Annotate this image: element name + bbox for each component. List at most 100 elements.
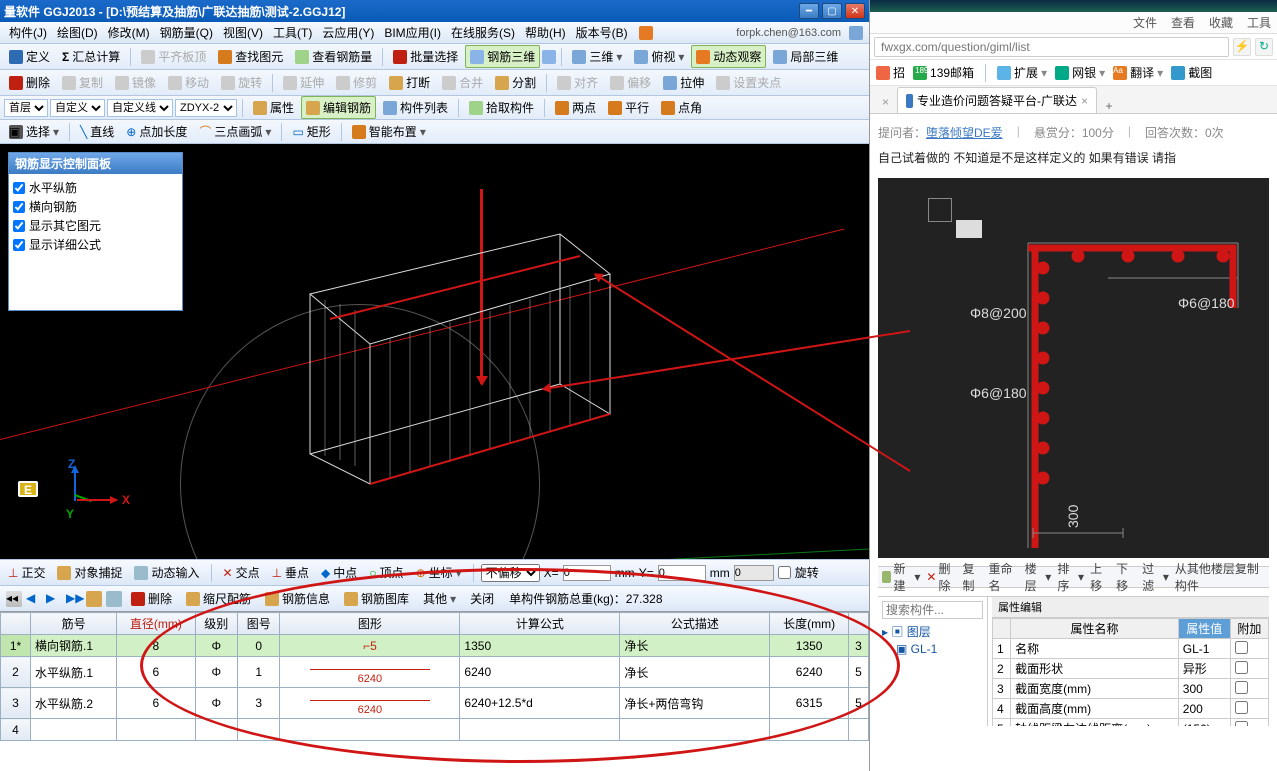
menu-rebar[interactable]: 钢筋量(Q) bbox=[157, 24, 216, 41]
del-member-button[interactable]: ✕删除 bbox=[926, 560, 956, 594]
rotate-toggle[interactable] bbox=[778, 566, 791, 579]
rebar-info-button[interactable]: 钢筋信息 bbox=[260, 587, 335, 610]
offset-button[interactable]: 偏移 bbox=[605, 71, 656, 94]
br-menu-file[interactable]: 文件 bbox=[1133, 14, 1157, 31]
snap-perp[interactable]: ⊥垂点 bbox=[268, 562, 313, 583]
find-element-button[interactable]: 查找图元 bbox=[213, 45, 288, 68]
prop-row[interactable]: 1名称GL-1 bbox=[993, 639, 1269, 659]
arc3-tool[interactable]: ⌒三点画弧▾ bbox=[194, 120, 276, 143]
point-length-tool[interactable]: ⊕点加长度 bbox=[121, 120, 192, 143]
ext-extend[interactable]: 扩展 bbox=[1014, 64, 1038, 81]
rebar-lib-button[interactable]: 钢筋图库 bbox=[339, 587, 414, 610]
table-row[interactable]: 3水平纵筋.26Φ362406240+12.5*d净长+两倍弯钩63155 bbox=[1, 688, 869, 719]
chk-formula[interactable] bbox=[13, 239, 25, 251]
attr-button[interactable]: 属性 bbox=[248, 96, 299, 119]
tree-search[interactable] bbox=[882, 601, 983, 619]
chk-other[interactable] bbox=[13, 220, 25, 232]
trim-button[interactable]: 修剪 bbox=[331, 71, 382, 94]
y-input[interactable] bbox=[658, 565, 706, 581]
close-panel-button[interactable]: 关闭 bbox=[465, 587, 499, 610]
ext-mail[interactable]: 139邮箱 bbox=[930, 64, 974, 81]
insert-btn-icon[interactable] bbox=[106, 591, 122, 607]
copy-from-floor-button[interactable]: 从其他楼层复制构件 bbox=[1175, 560, 1265, 594]
line-tool[interactable]: ╲直线 bbox=[75, 120, 119, 143]
osnap-toggle[interactable]: 对象捕捉 bbox=[53, 562, 126, 583]
table-row[interactable]: 4 bbox=[1, 719, 869, 741]
flat-button[interactable]: 平齐板顶 bbox=[136, 45, 211, 68]
br-menu-view[interactable]: 查看 bbox=[1171, 14, 1195, 31]
grid-delete-button[interactable]: 删除 bbox=[126, 587, 177, 610]
prop-row[interactable]: 5轴线距梁左边线距离(mm)(150) bbox=[993, 719, 1269, 727]
copy-member-button[interactable]: 复制 bbox=[963, 560, 983, 594]
view-rebar-button[interactable]: 查看钢筋量 bbox=[290, 45, 377, 68]
topview-button[interactable]: 俯视▾ bbox=[629, 45, 689, 68]
tab-close-icon[interactable]: × bbox=[1081, 94, 1088, 108]
refresh-icon[interactable]: ↻ bbox=[1255, 38, 1273, 56]
edit-rebar-button[interactable]: 编辑钢筋 bbox=[301, 96, 376, 119]
up-button[interactable]: 上移 bbox=[1090, 560, 1110, 594]
tree-child[interactable]: ▣ GL-1 bbox=[882, 641, 983, 657]
stretch-button[interactable]: 拉伸 bbox=[658, 71, 709, 94]
prop-row[interactable]: 2截面形状异形 bbox=[993, 659, 1269, 679]
member-select[interactable]: ZDYX-2 bbox=[175, 99, 237, 117]
chk-hrebar[interactable] bbox=[13, 182, 25, 194]
other-button[interactable]: 其他▾ bbox=[418, 587, 461, 610]
prop-row[interactable]: 4截面高度(mm)200 bbox=[993, 699, 1269, 719]
set-grip-button[interactable]: 设置夹点 bbox=[711, 71, 786, 94]
rename-member-button[interactable]: 重命名 bbox=[989, 560, 1019, 594]
local-3d-button[interactable]: 局部三维 bbox=[768, 45, 843, 68]
menu-bim[interactable]: BIM应用(I) bbox=[381, 24, 444, 41]
menu-cloud[interactable]: 云应用(Y) bbox=[319, 24, 377, 41]
tab-close-prev[interactable]: × bbox=[874, 91, 897, 113]
member-table-button[interactable]: 构件列表 bbox=[378, 96, 453, 119]
define-button[interactable]: 定义 bbox=[4, 45, 55, 68]
copy-button[interactable]: 复制 bbox=[57, 71, 108, 94]
rebar-3d-button[interactable]: 钢筋三维 bbox=[465, 45, 540, 68]
break-button[interactable]: 打断 bbox=[384, 71, 435, 94]
menu-online[interactable]: 在线服务(S) bbox=[448, 24, 518, 41]
filter-button[interactable]: 过滤▾ bbox=[1142, 560, 1169, 594]
delete-button[interactable]: 删除 bbox=[4, 71, 55, 94]
parallel-button[interactable]: 平行 bbox=[603, 96, 654, 119]
maximize-button[interactable]: ▢ bbox=[822, 3, 842, 19]
lightning-icon[interactable]: ⚡ bbox=[1233, 38, 1251, 56]
ext-bank[interactable]: 网银 bbox=[1072, 64, 1096, 81]
property-grid[interactable]: 属性编辑 属性名称属性值附加 1名称GL-12截面形状异形3截面宽度(mm)30… bbox=[992, 597, 1269, 726]
3d-button[interactable]: 三维▾ bbox=[567, 45, 627, 68]
scale-rebar-button[interactable]: 缩尺配筋 bbox=[181, 587, 256, 610]
ext-zhao[interactable]: 招 bbox=[893, 64, 905, 81]
down-button[interactable]: 下移 bbox=[1116, 560, 1136, 594]
sort-button[interactable]: 排序▾ bbox=[1057, 560, 1084, 594]
prop-row[interactable]: 3截面宽度(mm)300 bbox=[993, 679, 1269, 699]
asker-link[interactable]: 堕落倾望DE爱 bbox=[926, 126, 1003, 140]
menu-help[interactable]: 帮助(H) bbox=[522, 24, 569, 41]
dropdown-icon[interactable] bbox=[849, 26, 863, 40]
close-button[interactable]: ✕ bbox=[845, 3, 865, 19]
menu-draw[interactable]: 绘图(D) bbox=[54, 24, 101, 41]
table-row[interactable]: 2水平纵筋.16Φ162406240净长62405 bbox=[1, 657, 869, 688]
sum-button[interactable]: Σ汇总计算 bbox=[57, 45, 125, 68]
mirror-button[interactable]: 镜像 bbox=[110, 71, 161, 94]
point-angle-button[interactable]: 点角 bbox=[656, 96, 707, 119]
snap-cross[interactable]: ✕交点 bbox=[219, 562, 264, 583]
type-select[interactable]: 自定义线 bbox=[107, 99, 173, 117]
rebar-grid[interactable]: 筋号 直径(mm) 级别 图号 图形 计算公式 公式描述 长度(mm) 1*横向… bbox=[0, 611, 869, 771]
select-tool[interactable]: ▣选择▾ bbox=[4, 120, 64, 143]
ext-screenshot[interactable]: 截图 bbox=[1188, 64, 1212, 81]
merge-button[interactable]: 合并 bbox=[437, 71, 488, 94]
x-input[interactable] bbox=[563, 565, 611, 581]
smart-tool[interactable]: 智能布置▾ bbox=[347, 120, 431, 143]
br-menu-tool[interactable]: 工具 bbox=[1247, 14, 1271, 31]
menu-view[interactable]: 视图(V) bbox=[220, 24, 266, 41]
br-menu-fav[interactable]: 收藏 bbox=[1209, 14, 1233, 31]
menu-modify[interactable]: 修改(M) bbox=[105, 24, 153, 41]
menu-tools[interactable]: 工具(T) bbox=[270, 24, 315, 41]
floor-member-button[interactable]: 楼层▾ bbox=[1025, 560, 1052, 594]
extend-button[interactable]: 延伸 bbox=[278, 71, 329, 94]
ext-translate[interactable]: 翻译 bbox=[1130, 64, 1154, 81]
tree-root[interactable]: ▸ ▣ 图层 bbox=[882, 622, 983, 641]
add-btn-icon[interactable] bbox=[86, 591, 102, 607]
3d-viewport[interactable]: 钢筋显示控制面板 水平纵筋 横向钢筋 显示其它图元 显示详细公式 bbox=[0, 144, 869, 559]
spinner[interactable] bbox=[734, 565, 774, 581]
new-member-button[interactable]: 新建▾ bbox=[882, 560, 920, 594]
